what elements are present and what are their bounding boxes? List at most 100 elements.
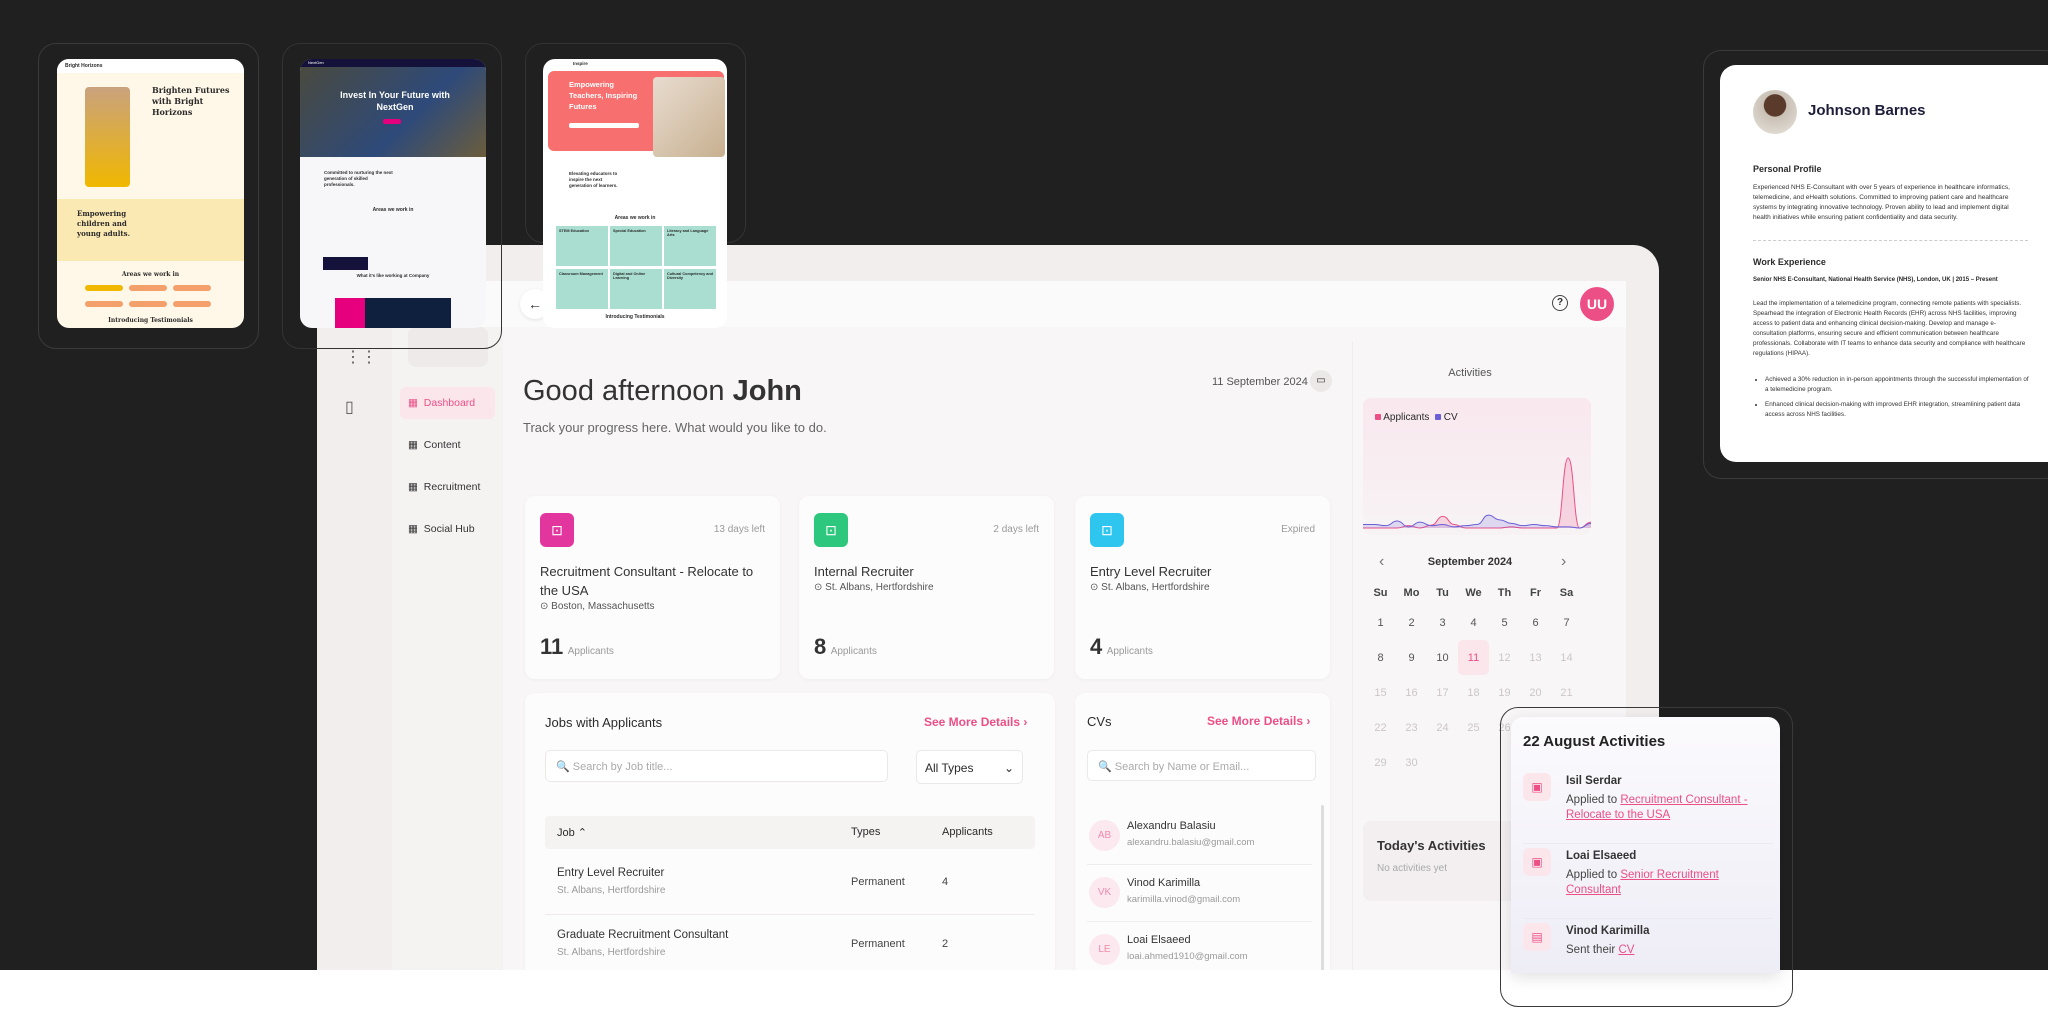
job-card[interactable]: ⊡ Expired Entry Level Recruiter ⊙ St. Al…: [1075, 496, 1330, 679]
calendar-day[interactable]: 4: [1458, 605, 1489, 640]
popup-activity-item: ▣ Loai Elsaeed Applied to Senior Recruit…: [1523, 844, 1773, 919]
calendar-day[interactable]: 12: [1489, 640, 1520, 675]
cv-avatar: VK: [1089, 877, 1120, 908]
thumb-areas-title: Areas we work in: [372, 207, 414, 213]
calendar-day[interactable]: 13: [1520, 640, 1551, 675]
help-icon[interactable]: ?: [1552, 295, 1568, 311]
activity-target-link[interactable]: CV: [1618, 944, 1634, 956]
cv-search-input[interactable]: 🔍 Search by Name or Email...: [1087, 750, 1316, 781]
sidebar-item-dashboard[interactable]: ▦ Dashboard: [400, 387, 495, 419]
jobs-see-more-link[interactable]: See More Details ›: [924, 715, 1027, 729]
resume-bullet: Enhanced clinical decision-making with i…: [1765, 400, 2030, 420]
list-item[interactable]: AB Alexandru Balasiu alexandru.balasiu@g…: [1087, 808, 1312, 865]
website-thumbnail[interactable]: NextGen Invest In Your Future with NextG…: [300, 59, 486, 328]
series-cv-area: [1363, 515, 1591, 528]
calendar-day[interactable]: 23: [1396, 710, 1427, 745]
calendar-day[interactable]: 9: [1396, 640, 1427, 675]
calendar-next-button[interactable]: ›: [1561, 553, 1566, 571]
job-title: Entry Level Recruiter: [1090, 564, 1212, 579]
calendar-day[interactable]: 24: [1427, 710, 1458, 745]
weekday-label: Fr: [1530, 587, 1541, 599]
row-job-location: St. Albans, Hertfordshire: [557, 885, 666, 896]
briefcase-icon: ⊡: [540, 513, 574, 547]
greeting-name: John: [732, 375, 802, 407]
calendar-day[interactable]: 30: [1396, 745, 1427, 780]
activity-description: Applied to Senior Recruitment Consultant: [1566, 869, 1719, 896]
sidebar-item-social-hub[interactable]: ▦ Social Hub: [400, 513, 495, 545]
thumb-brand: Bright Horizons: [57, 59, 244, 73]
calendar-day[interactable]: 5: [1489, 605, 1520, 640]
weekday-label: Mo: [1403, 587, 1420, 599]
calendar-day[interactable]: 7: [1551, 605, 1582, 640]
list-item[interactable]: VK Vinod Karimilla karimilla.vinod@gmail…: [1087, 865, 1312, 922]
calendar-day[interactable]: 15: [1365, 675, 1396, 710]
calendar-day[interactable]: 10: [1427, 640, 1458, 675]
app-content: ← ? UU ▦ Dashboard ▦ Content ▦ Recruitme…: [392, 281, 1626, 983]
sidebar-item-label: Content: [423, 439, 461, 451]
calendar-day[interactable]: 8: [1365, 640, 1396, 675]
thumb-area-tile: Classroom Management: [556, 269, 608, 309]
clipboard-icon: ▦: [408, 481, 418, 493]
cvs-see-more-link[interactable]: See More Details ›: [1207, 714, 1310, 728]
type-filter-select[interactable]: All Types ⌄: [916, 750, 1023, 784]
thumb-headline: Empowering Teachers, Inspiring Futures: [569, 80, 638, 111]
cv-email: loai.ahmed1910@gmail.com: [1127, 951, 1248, 962]
job-status: 13 days left: [713, 524, 765, 535]
apps-grid-icon[interactable]: ⋮⋮: [345, 347, 377, 367]
calendar-day[interactable]: 11: [1458, 640, 1489, 675]
briefcase-icon: ▣: [1523, 773, 1551, 801]
sort-job-column[interactable]: Job ⌃: [557, 826, 587, 839]
file-upload-icon: ▤: [1523, 923, 1551, 951]
calendar-day[interactable]: 1: [1365, 605, 1396, 640]
location-pin-icon: ⊙: [814, 582, 823, 593]
popup-activity-item: ▣ Isil Serdar Applied to Recruitment Con…: [1523, 769, 1773, 844]
calendar-day[interactable]: 14: [1551, 640, 1582, 675]
weekday-label: Sa: [1559, 587, 1574, 599]
job-location: ⊙ St. Albans, Hertfordshire: [814, 582, 934, 593]
thumb-area-tile: Digital and Online Learning: [610, 269, 662, 309]
series-applicants-line: [1363, 457, 1591, 529]
table-row[interactable]: Entry Level Recruiter St. Albans, Hertfo…: [545, 853, 1035, 915]
resume-bullet: Achieved a 30% reduction in in-person ap…: [1765, 375, 2030, 395]
job-card[interactable]: ⊡ 13 days left Recruitment Consultant - …: [525, 496, 780, 679]
cv-list-scrollbar[interactable]: [1321, 805, 1324, 983]
thumb-brand: NextGen: [300, 59, 486, 67]
calendar-day[interactable]: 22: [1365, 710, 1396, 745]
calendar-day[interactable]: 25: [1458, 710, 1489, 745]
cvs-panel: CVs See More Details › 🔍 Search by Name …: [1075, 693, 1330, 983]
thumb-footer: Introducing Testimonials: [605, 314, 665, 320]
sidebar: ▦ Dashboard ▦ Content ▦ Recruitment ▦ So…: [392, 327, 503, 970]
calendar-day[interactable]: 21: [1551, 675, 1582, 710]
avatar[interactable]: UU: [1580, 287, 1614, 321]
website-thumbnail[interactable]: Bright Horizons Brighten Futures with Br…: [57, 59, 244, 328]
calendar-day[interactable]: 17: [1427, 675, 1458, 710]
job-card[interactable]: ⊡ 2 days left Internal Recruiter ⊙ St. A…: [799, 496, 1054, 679]
calendar-day[interactable]: 18: [1458, 675, 1489, 710]
calendar-day[interactable]: 19: [1489, 675, 1520, 710]
briefcase-icon: ⊡: [1090, 513, 1124, 547]
book-icon[interactable]: ▯: [345, 397, 354, 417]
calendar-day[interactable]: 2: [1396, 605, 1427, 640]
resume-card[interactable]: Johnson Barnes Personal Profile Experien…: [1720, 65, 2048, 462]
applicants-column: Applicants: [942, 826, 993, 838]
table-row[interactable]: Graduate Recruitment Consultant St. Alba…: [545, 915, 1035, 977]
calendar-day[interactable]: 6: [1520, 605, 1551, 640]
location-pin-icon: ⊙: [1090, 582, 1099, 593]
calendar-day[interactable]: 29: [1365, 745, 1396, 780]
calendar-day[interactable]: 3: [1427, 605, 1458, 640]
sidebar-item-content[interactable]: ▦ Content: [400, 429, 495, 461]
job-search-input[interactable]: 🔍 Search by Job title...: [545, 750, 888, 782]
popup-title: 22 August Activities: [1523, 733, 1666, 750]
website-thumbnail[interactable]: Inspire Empowering Teachers, Inspiring F…: [543, 59, 727, 328]
thumb-brand: Inspire: [573, 61, 588, 66]
resume-profile-title: Personal Profile: [1753, 164, 1822, 174]
calendar-day[interactable]: 16: [1396, 675, 1427, 710]
calendar-day[interactable]: 20: [1520, 675, 1551, 710]
calendar-icon[interactable]: ▭: [1310, 370, 1332, 392]
sidebar-item-recruitment[interactable]: ▦ Recruitment: [400, 471, 495, 503]
thumb-section: Empowering children and young adults.: [77, 209, 131, 238]
job-applicant-count: 8 Applicants: [814, 634, 877, 659]
resume-name: Johnson Barnes: [1808, 102, 1926, 119]
thumb-footer: Introducing Testimonials: [108, 317, 193, 324]
activities-chart: Applicants CV: [1363, 398, 1591, 535]
